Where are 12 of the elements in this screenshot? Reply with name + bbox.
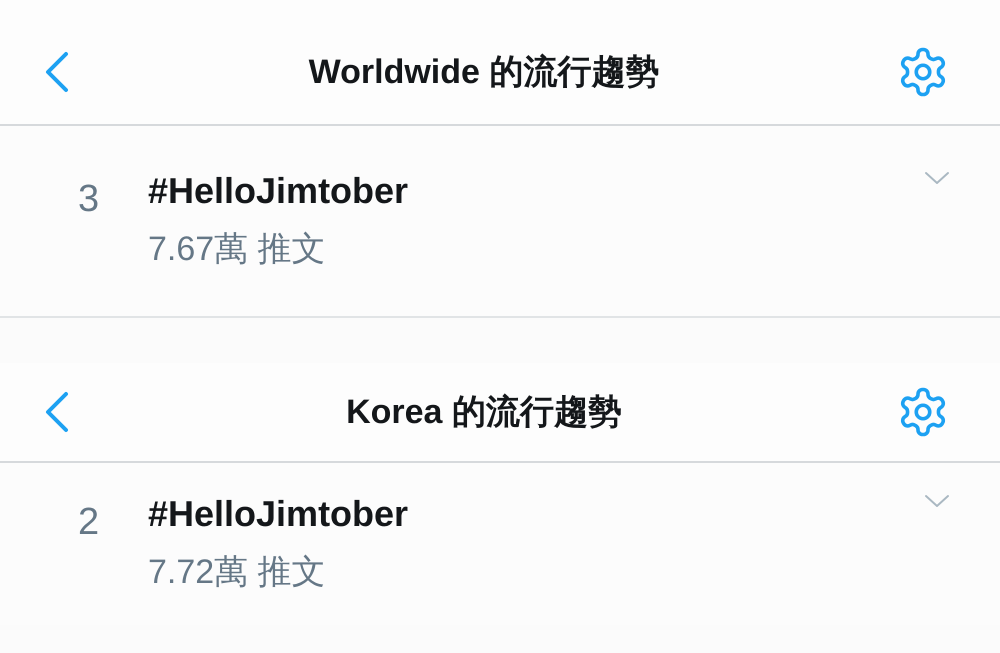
tweet-count: 7.67萬 推文 — [148, 229, 327, 270]
trend-hashtag: #HelloJimtober — [148, 170, 410, 212]
more-button[interactable] — [924, 493, 950, 509]
tweet-count: 7.72萬 推文 — [148, 552, 327, 593]
trend-rank: 2 — [78, 500, 100, 544]
trend-rank: 3 — [78, 177, 100, 221]
caret-icon — [924, 493, 950, 509]
trend-hashtag: #HelloJimtober — [148, 493, 410, 535]
page-title: Worldwide 的流行趨勢 — [308, 52, 660, 93]
page-title: Korea 的流行趨勢 — [346, 392, 622, 433]
caret-icon — [924, 170, 950, 186]
more-button[interactable] — [924, 170, 950, 186]
